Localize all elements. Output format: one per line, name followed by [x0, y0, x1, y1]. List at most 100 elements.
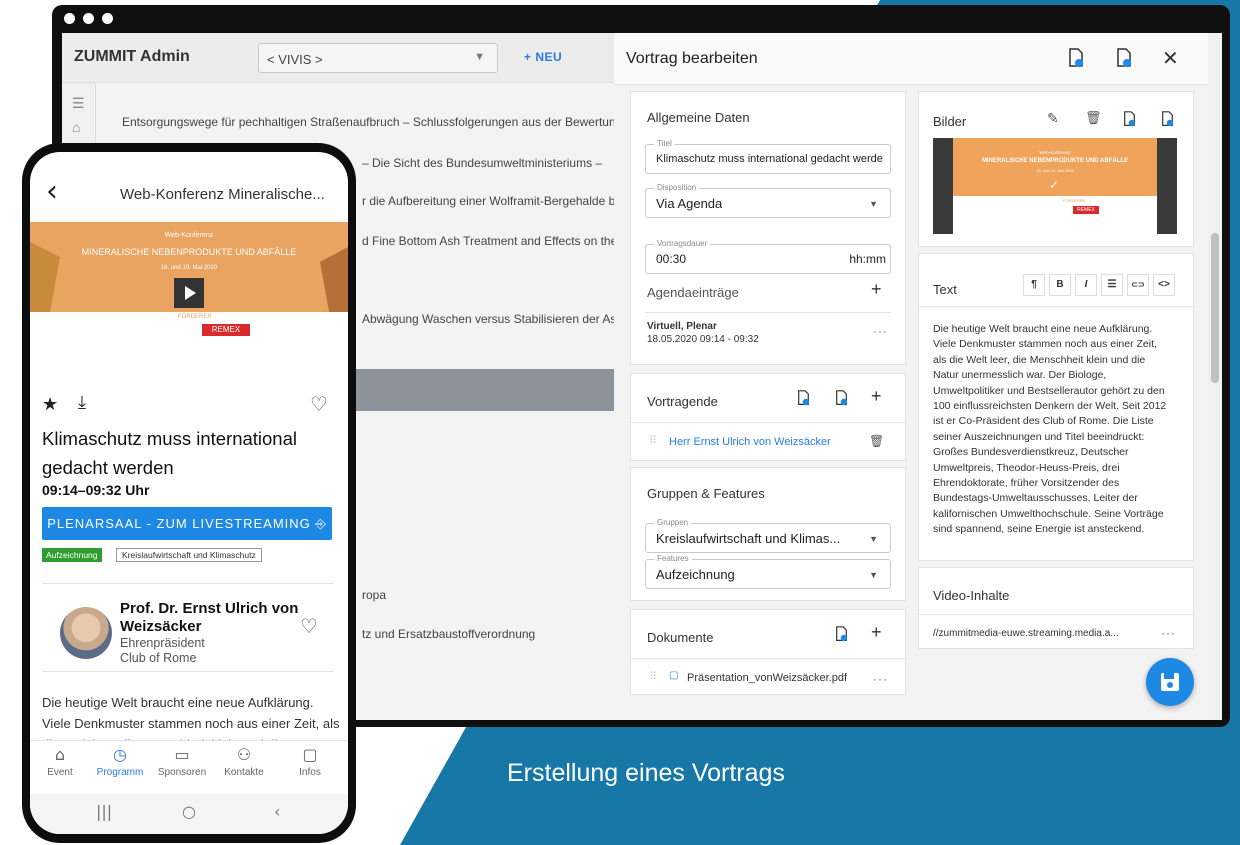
- link-button[interactable]: ⊂⊃: [1127, 274, 1149, 296]
- speaker-name[interactable]: Prof. Dr. Ernst Ulrich von: [120, 600, 298, 618]
- groups-card: Gruppen & Features Gruppen Kreislaufwirt…: [630, 467, 906, 601]
- trash-icon[interactable]: 🗑: [1085, 110, 1102, 126]
- file-add-icon[interactable]: [1116, 48, 1132, 68]
- banner-text: 18. und 19. Mai 2020: [160, 265, 218, 271]
- file-download-icon[interactable]: [835, 626, 848, 642]
- title-field[interactable]: Titel Klimaschutz muss international ged…: [645, 139, 891, 174]
- edit-icon[interactable]: ✎: [1047, 110, 1059, 127]
- groups-select[interactable]: Gruppen Kreislaufwirtschaft und Klimas..…: [645, 518, 891, 553]
- menu-icon[interactable]: ☰: [72, 95, 85, 112]
- phone-screen: ‹ Web-Konferenz Mineralische... Web-Konf…: [30, 152, 348, 834]
- heart-icon[interactable]: ♡: [300, 614, 318, 639]
- divider: [42, 671, 334, 672]
- general-data-heading: Allgemeine Daten: [647, 110, 750, 125]
- banner-text: MINERALISCHE NEBENPRODUKTE UND ABFÄLLE: [81, 247, 297, 257]
- tag-recording: Aufzeichnung: [42, 548, 102, 562]
- disposition-select[interactable]: Disposition Via Agenda ▼: [645, 183, 891, 218]
- list-item[interactable]: d Fine Bottom Ash Treatment and Effects …: [362, 234, 645, 248]
- agenda-item-time: 18.05.2020 09:14 - 09:32: [647, 334, 759, 345]
- add-document-icon[interactable]: +: [871, 622, 882, 643]
- livestream-button[interactable]: PLENARSAAL - ZUM LIVESTREAMING ⎆: [42, 507, 332, 540]
- save-button[interactable]: [1146, 658, 1194, 706]
- document-item[interactable]: Präsentation_vonWeizsäcker.pdf: [687, 672, 847, 684]
- paragraph-button[interactable]: ¶: [1023, 274, 1045, 296]
- home-icon: ⌂: [54, 745, 66, 764]
- speaker-item[interactable]: Herr Ernst Ulrich von Weizsäcker: [669, 436, 831, 448]
- home-icon[interactable]: ⌂: [72, 119, 80, 135]
- window-dot[interactable]: [102, 13, 113, 24]
- list-item[interactable]: – Die Sicht des Bundesumweltministeriums…: [362, 156, 602, 170]
- talk-title: Klimaschutz muss international: [42, 428, 297, 449]
- nav-event[interactable]: ⌂ Event: [32, 745, 88, 778]
- add-agenda-icon[interactable]: +: [871, 279, 882, 300]
- more-icon[interactable]: ···: [873, 672, 888, 686]
- more-icon[interactable]: ···: [873, 324, 888, 338]
- event-image-thumbnail[interactable]: Web-Konferenz MINERALISCHE NEBENPRODUKTE…: [933, 138, 1177, 234]
- talk-title: gedacht werden: [42, 457, 174, 478]
- file-download-icon[interactable]: [797, 390, 810, 406]
- features-select[interactable]: Features Aufzeichnung ▼: [645, 554, 891, 589]
- window-dot[interactable]: [83, 13, 94, 24]
- heart-icon[interactable]: ♡: [310, 392, 328, 417]
- file-download-icon[interactable]: [1068, 48, 1084, 68]
- divider: [919, 614, 1195, 615]
- nav-programm[interactable]: ◷ Programm: [92, 745, 148, 778]
- banner-text: Web-Konferenz: [164, 232, 214, 239]
- nav-label: Event: [47, 767, 73, 778]
- event-banner[interactable]: Web-Konferenz MINERALISCHE NEBENPRODUKTE…: [30, 222, 348, 367]
- remex-logo: REMEX: [202, 324, 250, 336]
- save-icon: [1161, 673, 1179, 691]
- download-icon[interactable]: ⤓: [78, 392, 86, 413]
- speaker-name[interactable]: Weizsäcker: [120, 618, 201, 636]
- features-label: Features: [654, 554, 692, 563]
- close-icon[interactable]: ✕: [1162, 46, 1179, 71]
- edit-talk-panel: Vortrag bearbeiten ✕ Allgemeine Daten Ti…: [614, 33, 1222, 720]
- list-item[interactable]: tz und Ersatzbaustoffverordnung: [362, 627, 535, 641]
- new-button[interactable]: + NEU: [524, 50, 562, 64]
- star-icon[interactable]: ★: [42, 394, 58, 415]
- event-select[interactable]: < VIVIS > ▼: [258, 43, 498, 73]
- nav-label: Infos: [299, 767, 321, 778]
- back-nav-icon[interactable]: ‹: [274, 802, 280, 821]
- admin-toolbar: ZUMMIT Admin < VIVIS > ▼ + NEU: [62, 33, 622, 83]
- bottom-nav: ⌂ Event ◷ Programm ▭ Sponsoren ⚇ Kontakte ▢ I…: [30, 740, 348, 794]
- more-icon[interactable]: ···: [1161, 626, 1176, 640]
- list-item[interactable]: ropa: [362, 588, 386, 602]
- disposition-value: Via Agenda: [656, 196, 723, 211]
- thumbnail-text: 18. und 19. Mai 2020: [1036, 168, 1074, 173]
- window-dot[interactable]: [64, 13, 75, 24]
- speaker-role: Ehrenpräsident: [120, 636, 205, 650]
- back-icon[interactable]: ‹: [46, 174, 58, 209]
- file-add-icon[interactable]: [835, 390, 848, 406]
- nav-sponsoren[interactable]: ▭ Sponsoren: [154, 745, 210, 778]
- agenda-item-title: Virtuell, Plenar: [647, 321, 717, 332]
- remex-logo: REMEX: [1073, 206, 1099, 214]
- window-controls: [64, 13, 113, 24]
- recent-apps-icon[interactable]: |||: [96, 802, 112, 821]
- file-add-icon[interactable]: [1161, 111, 1174, 127]
- nav-kontakte[interactable]: ⚇ Kontakte: [216, 745, 272, 778]
- list-item[interactable]: Entsorgungswege für pechhaltigen Straßen…: [122, 115, 668, 129]
- trash-icon[interactable]: 🗑: [869, 434, 884, 448]
- duration-label: Vortragsdauer: [654, 239, 711, 248]
- scrollbar-thumb[interactable]: [1211, 233, 1219, 383]
- video-item[interactable]: //zummitmedia-euwe.streaming.media.a...: [933, 628, 1119, 639]
- list-item[interactable]: r die Aufbereitung einer Wolframit-Berge…: [362, 194, 649, 208]
- home-button-icon[interactable]: ○: [182, 802, 196, 821]
- add-speaker-icon[interactable]: +: [871, 386, 882, 407]
- drag-handle-icon[interactable]: ⠿: [649, 434, 657, 447]
- drag-handle-icon[interactable]: ⠿: [649, 670, 657, 683]
- italic-button[interactable]: I: [1075, 274, 1097, 296]
- text-card: Text ¶ B I ☰ ⊂⊃ <> Die heutige Welt brau…: [918, 253, 1195, 561]
- list-button[interactable]: ☰: [1101, 274, 1123, 296]
- file-download-icon[interactable]: [1123, 111, 1136, 127]
- chevron-down-icon: ▼: [869, 199, 878, 209]
- nav-infos[interactable]: ▢ Infos: [282, 745, 338, 778]
- list-item[interactable]: Abwägung Waschen versus Stabilisieren de…: [362, 312, 642, 326]
- play-button[interactable]: [174, 278, 204, 308]
- duration-value: 00:30: [656, 252, 687, 266]
- bold-button[interactable]: B: [1049, 274, 1071, 296]
- code-button[interactable]: <>: [1153, 274, 1175, 296]
- text-editor-content[interactable]: Die heutige Welt braucht eine neue Aufkl…: [933, 322, 1169, 538]
- duration-field[interactable]: Vortragsdauer 00:30 hh:mm: [645, 239, 891, 274]
